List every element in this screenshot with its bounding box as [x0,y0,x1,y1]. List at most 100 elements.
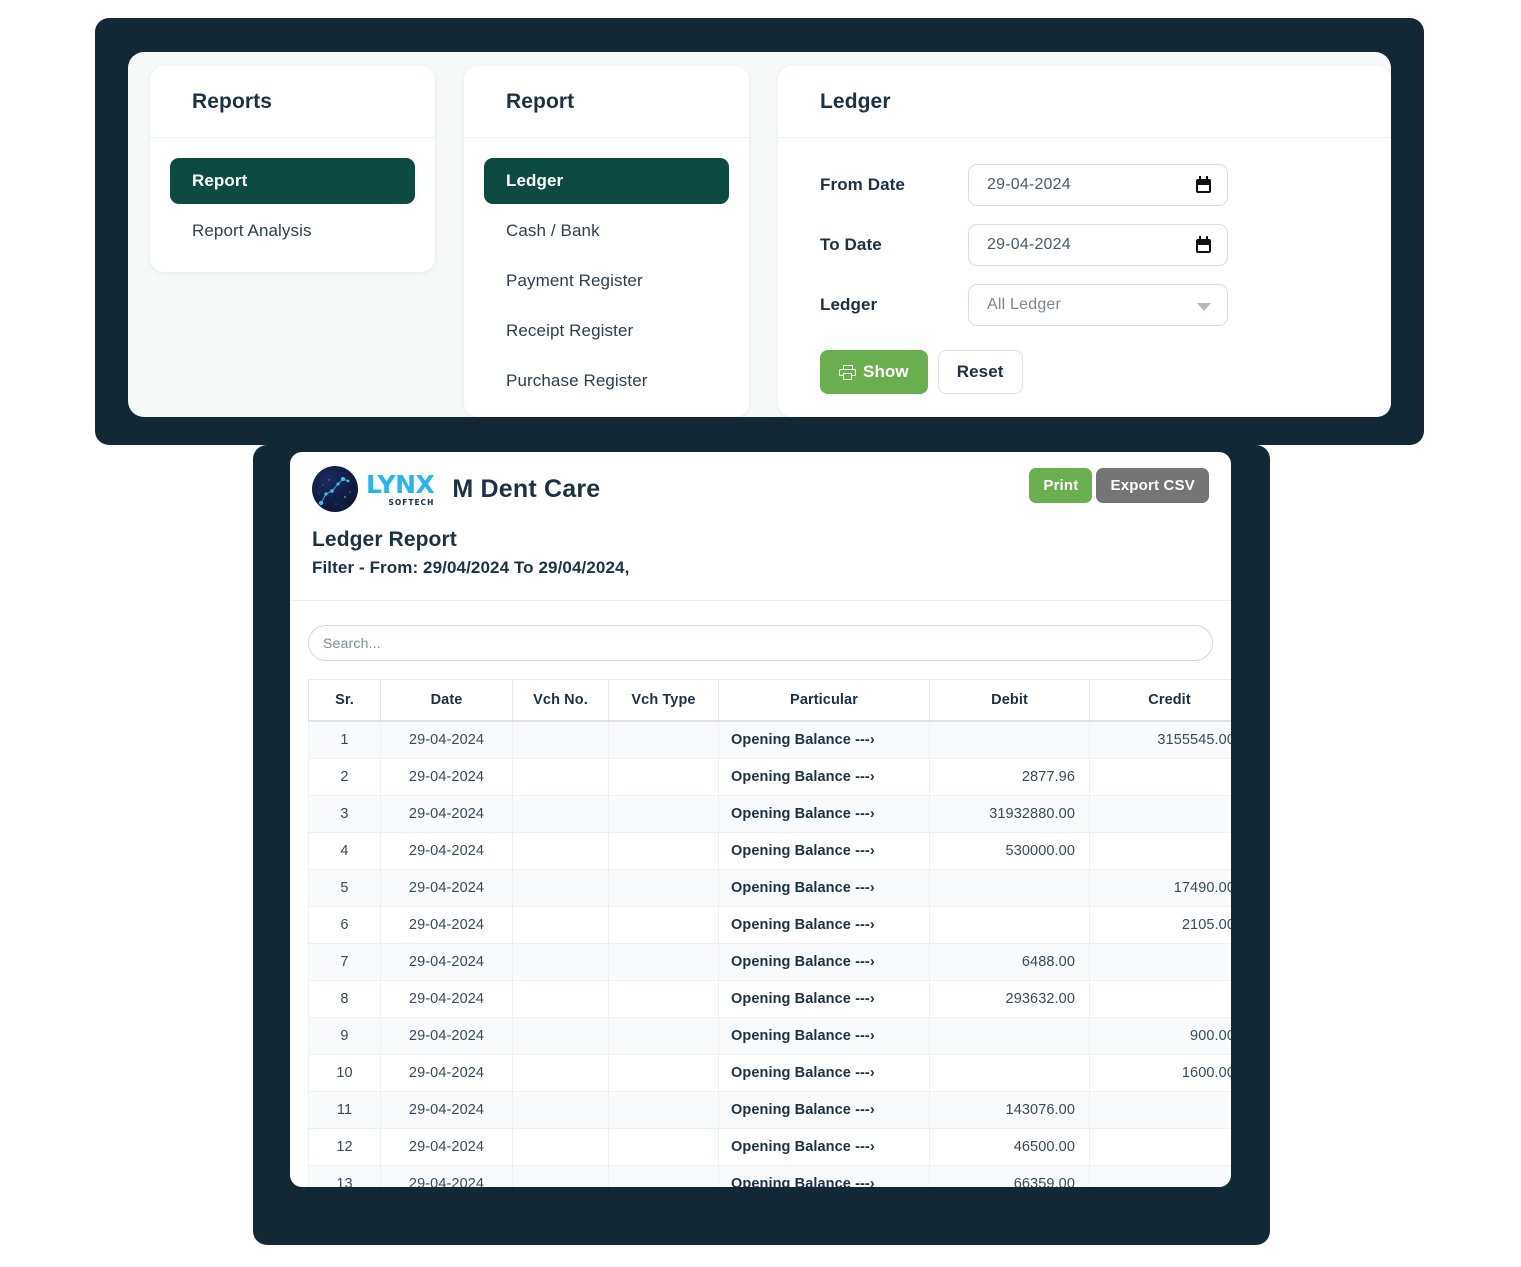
to-date-input[interactable]: 29-04-2024 [968,224,1228,266]
cell-vch-type [608,1165,719,1187]
show-button-label: Show [863,362,909,381]
cell-sr: 7 [308,943,381,981]
printer-icon [839,364,856,380]
from-date-value: 29-04-2024 [987,176,1071,193]
menu-item-receipt-register[interactable]: Receipt Register [484,308,729,354]
cell-particular: Opening Balance ---› [718,1017,930,1055]
cell-credit [1089,758,1231,796]
from-date-input[interactable]: 29-04-2024 [968,164,1228,206]
table-row[interactable]: 6 29-04-2024 Opening Balance ---› 2105.00 [308,906,1231,944]
column-header-particular[interactable]: Particular [718,679,930,722]
cell-date: 29-04-2024 [380,1054,513,1092]
show-button[interactable]: Show [820,350,928,394]
cell-credit [1089,1128,1231,1166]
cell-date: 29-04-2024 [380,943,513,981]
cell-debit: 66359.00 [929,1165,1090,1187]
cell-date: 29-04-2024 [380,980,513,1018]
table-row[interactable]: 1 29-04-2024 Opening Balance ---› 3155545.0… [308,720,1231,759]
cell-date: 29-04-2024 [380,758,513,796]
column-header-date[interactable]: Date [380,679,513,722]
cell-debit: 530000.00 [929,832,1090,870]
ledger-table: Sr. Date Vch No. Vch Type Particular Deb… [308,679,1231,1187]
ledger-select-label: Ledger [820,295,878,314]
cell-date: 29-04-2024 [380,1128,513,1166]
cell-particular: Opening Balance ---› [718,720,930,759]
cell-particular: Opening Balance ---› [718,1165,930,1187]
table-row[interactable]: 4 29-04-2024 Opening Balance ---› 530000.00 [308,832,1231,870]
report-header: LYNX SOFTECH M Dent Care Print Export CS… [290,452,1231,512]
ledger-select-row: Ledger All Ledger [778,284,1391,326]
table-row[interactable]: 11 29-04-2024 Opening Balance ---› 143076.0… [308,1091,1231,1129]
cell-sr: 10 [308,1054,381,1092]
column-header-sr[interactable]: Sr. [308,679,381,722]
column-header-debit[interactable]: Debit [929,679,1090,722]
ledger-card-title: Ledger [820,90,891,113]
table-row[interactable]: 2 29-04-2024 Opening Balance ---› 2877.96 [308,758,1231,796]
cell-particular: Opening Balance ---› [718,1054,930,1092]
cell-sr: 9 [308,1017,381,1055]
cell-vch-no [512,1091,609,1129]
logo-softech-text: SOFTECH [388,497,435,507]
cell-credit [1089,1165,1231,1187]
cell-credit [1089,1091,1231,1129]
report-menu: Ledger Cash / Bank Payment Register Rece… [464,138,749,404]
table-header: Sr. Date Vch No. Vch Type Particular Deb… [308,679,1231,722]
column-header-credit[interactable]: Credit [1089,679,1231,722]
reports-menu: Report Report Analysis [150,138,435,254]
cell-vch-no [512,1017,609,1055]
column-header-vch-type[interactable]: Vch Type [608,679,719,722]
cell-date: 29-04-2024 [380,906,513,944]
export-csv-button[interactable]: Export CSV [1096,468,1209,503]
cell-vch-no [512,758,609,796]
cell-particular: Opening Balance ---› [718,980,930,1018]
cell-credit: 900.00 [1089,1017,1231,1055]
cell-sr: 4 [308,832,381,870]
print-button[interactable]: Print [1029,468,1093,503]
cell-particular: Opening Balance ---› [718,795,930,833]
to-date-row: To Date 29-04-2024 [778,224,1391,266]
form-actions: Show Reset [778,350,1391,394]
cell-vch-type [608,832,719,870]
search-input[interactable]: Search... [308,625,1213,661]
chevron-down-icon[interactable] [1197,303,1211,311]
cell-sr: 8 [308,980,381,1018]
reset-button-label: Reset [956,362,1004,381]
cell-particular: Opening Balance ---› [718,906,930,944]
menu-item-payment-register[interactable]: Payment Register [484,258,729,304]
table-row[interactable]: 3 29-04-2024 Opening Balance ---› 31932880.… [308,795,1231,833]
sidebar-item-report[interactable]: Report [170,158,415,204]
lynx-wordmark: LYNX SOFTECH [366,472,435,507]
table-row[interactable]: 5 29-04-2024 Opening Balance ---› 17490.00 [308,869,1231,907]
cell-particular: Opening Balance ---› [718,832,930,870]
ledger-select[interactable]: All Ledger [968,284,1228,326]
table-row[interactable]: 10 29-04-2024 Opening Balance ---› 1600.00 [308,1054,1231,1092]
ledger-filter-card: Ledger From Date 29-04-2024 To Date 29-0… [778,66,1391,417]
cell-sr: 11 [308,1091,381,1129]
cell-credit: 1600.00 [1089,1054,1231,1092]
cell-sr: 2 [308,758,381,796]
menu-item-ledger[interactable]: Ledger [484,158,729,204]
table-row[interactable]: 8 29-04-2024 Opening Balance ---› 293632.00 [308,980,1231,1018]
to-date-value: 29-04-2024 [987,236,1071,253]
reset-button[interactable]: Reset [937,350,1023,394]
cell-vch-type [608,1017,719,1055]
cell-vch-no [512,720,609,759]
menu-item-purchase-register[interactable]: Purchase Register [484,358,729,404]
menu-item-cash-bank[interactable]: Cash / Bank [484,208,729,254]
table-row[interactable]: 7 29-04-2024 Opening Balance ---› 6488.00 [308,943,1231,981]
cell-debit: 6488.00 [929,943,1090,981]
cell-sr: 12 [308,1128,381,1166]
calendar-icon[interactable] [1196,236,1211,253]
column-header-vch-no[interactable]: Vch No. [512,679,609,722]
cell-date: 29-04-2024 [380,832,513,870]
sidebar-item-report-analysis[interactable]: Report Analysis [170,208,415,254]
table-row[interactable]: 9 29-04-2024 Opening Balance ---› 900.00 [308,1017,1231,1055]
calendar-icon[interactable] [1196,176,1211,193]
table-row[interactable]: 13 29-04-2024 Opening Balance ---› 66359.00 [308,1165,1231,1187]
report-card-menu: Report Ledger Cash / Bank Payment Regist… [464,66,749,417]
table-row[interactable]: 12 29-04-2024 Opening Balance ---› 46500.00 [308,1128,1231,1166]
cell-vch-type [608,1128,719,1166]
cell-sr: 1 [308,720,381,759]
cell-vch-type [608,943,719,981]
cell-debit [929,720,1090,759]
